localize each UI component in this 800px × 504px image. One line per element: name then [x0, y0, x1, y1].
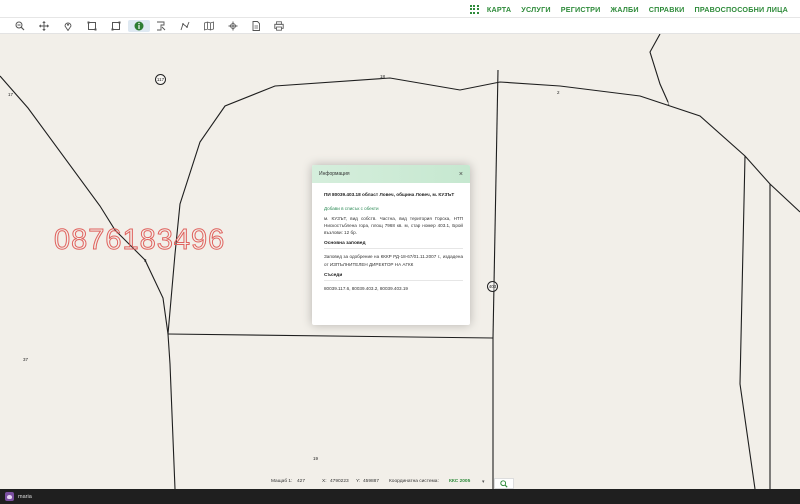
document-icon[interactable] — [249, 20, 263, 32]
y-label: Y: — [356, 479, 361, 484]
select-rectangle-icon[interactable] — [85, 20, 99, 32]
property-title: ПИ 80039.403.18 област Ловеч, община Лов… — [324, 192, 455, 197]
nav-complaints[interactable]: ЖАЛБИ — [611, 5, 639, 14]
x-coordinate: 4790223 — [330, 479, 349, 484]
nav-registers[interactable]: РЕГИСТРИ — [561, 5, 601, 14]
property-description: м. КУЗЪТ, вид собств. Частна, вид терито… — [324, 215, 463, 236]
parcel-label: 37 — [23, 357, 29, 362]
zoom-out-icon[interactable] — [13, 20, 27, 32]
status-bar: Мащаб 1: 427 X: 4790223 Y: 459887 Коорди… — [0, 478, 800, 489]
nav-map[interactable]: КАРТА — [487, 5, 511, 14]
main-nav: КАРТА УСЛУГИ РЕГИСТРИ ЖАЛБИ СПРАВКИ ПРАВ… — [469, 0, 788, 18]
search-button[interactable] — [494, 478, 514, 489]
user-avatar-icon[interactable] — [5, 492, 14, 501]
location-pin-icon[interactable] — [61, 20, 75, 32]
edit-rectangle-icon[interactable] — [109, 20, 123, 32]
print-icon[interactable] — [272, 20, 286, 32]
crs-select[interactable]: ККС 2005 — [449, 479, 470, 484]
parcel-number-circle: 117 — [155, 74, 166, 85]
popup-body: ПИ 80039.403.18 област Ловеч, община Лов… — [312, 183, 470, 293]
info-popup: Информация × ПИ 80039.403.18 област Лове… — [312, 165, 470, 325]
y-coordinate: 459887 — [363, 479, 380, 484]
popup-title: Информация — [319, 171, 350, 177]
map-icon[interactable] — [202, 20, 216, 32]
order-text: Заповед за одобрение на КККР РД-18-67/01… — [324, 254, 463, 267]
map-toolbar — [0, 18, 800, 34]
pan-icon[interactable] — [37, 20, 51, 32]
parcel-number-circle: 403 — [487, 281, 498, 292]
phone-watermark: 0876183496 — [53, 224, 226, 257]
measure-icon[interactable] — [178, 20, 192, 32]
parcel-label: 18 — [380, 74, 386, 79]
parcel-label: 1 — [667, 101, 670, 106]
select-polygon-icon[interactable] — [154, 20, 168, 32]
info-icon[interactable] — [128, 20, 150, 32]
coordinates-icon[interactable] — [226, 20, 240, 32]
scale-value[interactable]: 427 — [297, 479, 305, 484]
apps-grid-icon[interactable] — [469, 4, 479, 14]
parcel-label: 2 — [557, 90, 560, 95]
taskbar-username[interactable]: maria — [18, 494, 32, 500]
crs-label: Координатна система: — [389, 479, 439, 484]
search-icon — [500, 479, 508, 488]
nav-services[interactable]: УСЛУГИ — [521, 5, 550, 14]
close-icon[interactable]: × — [459, 171, 463, 178]
chevron-down-icon[interactable]: ▾ — [482, 479, 485, 485]
x-label: X: — [322, 479, 327, 484]
parcel-label: 8 — [144, 258, 147, 263]
scale-label: Мащаб 1: — [271, 479, 293, 484]
nav-references[interactable]: СПРАВКИ — [649, 5, 685, 14]
parcel-label: 19 — [313, 456, 319, 461]
popup-header: Информация × — [312, 165, 470, 183]
parcel-label: 17 — [8, 92, 14, 97]
neighbors-list: 80039.117.6, 80039.403.2, 80039.403.19 — [324, 286, 408, 292]
order-section-header: Основна заповед — [324, 241, 463, 250]
nav-licensed-persons[interactable]: ПРАВОСПОСОБНИ ЛИЦА — [695, 5, 788, 14]
top-bar: КАРТА УСЛУГИ РЕГИСТРИ ЖАЛБИ СПРАВКИ ПРАВ… — [0, 0, 800, 18]
neighbors-section-header: Съседи — [324, 273, 463, 282]
taskbar: maria — [0, 489, 800, 504]
add-to-list-link[interactable]: Добави в списък с обекти — [324, 206, 463, 211]
